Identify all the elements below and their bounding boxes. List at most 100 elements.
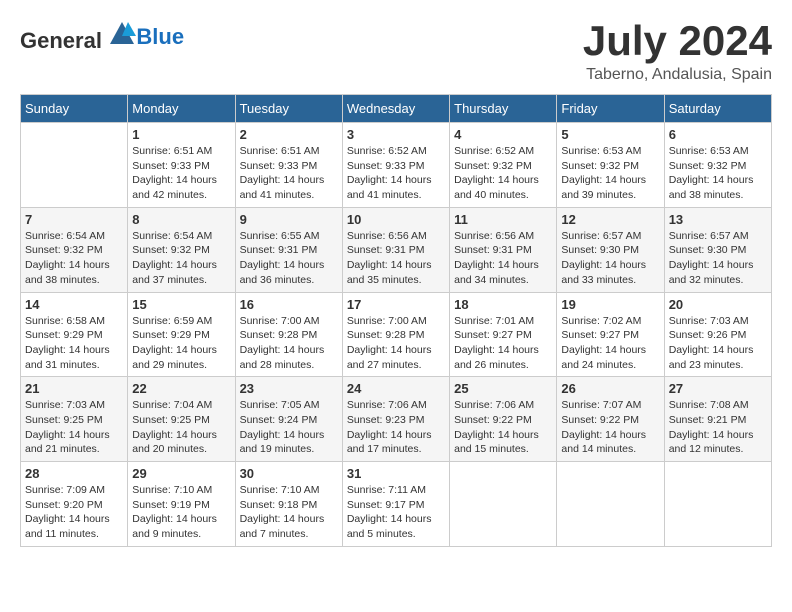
calendar-cell: 4 Sunrise: 6:52 AM Sunset: 9:32 PM Daylig… bbox=[450, 123, 557, 208]
calendar-cell: 26Sunrise: 7:07 AM Sunset: 9:22 PM Dayli… bbox=[557, 377, 664, 462]
day-number: 16 bbox=[240, 297, 338, 312]
day-number: 18 bbox=[454, 297, 552, 312]
day-info: Sunrise: 6:56 AM Sunset: 9:31 PM Dayligh… bbox=[347, 229, 445, 288]
day-number: 2 bbox=[240, 127, 338, 142]
day-number: 7 bbox=[25, 212, 123, 227]
calendar-header-tuesday: Tuesday bbox=[235, 95, 342, 123]
calendar-cell: 6 Sunrise: 6:53 AM Sunset: 9:32 PM Daylig… bbox=[664, 123, 771, 208]
day-info: Sunrise: 7:06 AM Sunset: 9:22 PM Dayligh… bbox=[454, 398, 552, 457]
calendar-cell: 17Sunrise: 7:00 AM Sunset: 9:28 PM Dayli… bbox=[342, 292, 449, 377]
day-number: 10 bbox=[347, 212, 445, 227]
calendar-week-row: 7 Sunrise: 6:54 AM Sunset: 9:32 PM Daylig… bbox=[21, 207, 772, 292]
month-title: July 2024 bbox=[583, 20, 772, 62]
day-info: Sunrise: 6:59 AM Sunset: 9:29 PM Dayligh… bbox=[132, 314, 230, 373]
calendar-cell: 15 Sunrise: 6:59 AM Sunset: 9:29 PM Dayli… bbox=[128, 292, 235, 377]
day-info: Sunrise: 7:09 AM Sunset: 9:20 PM Dayligh… bbox=[25, 483, 123, 542]
calendar-cell: 31Sunrise: 7:11 AM Sunset: 9:17 PM Dayli… bbox=[342, 462, 449, 547]
day-number: 8 bbox=[132, 212, 230, 227]
calendar-header-thursday: Thursday bbox=[450, 95, 557, 123]
day-number: 3 bbox=[347, 127, 445, 142]
day-info: Sunrise: 6:53 AM Sunset: 9:32 PM Dayligh… bbox=[561, 144, 659, 203]
calendar-header-row: SundayMondayTuesdayWednesdayThursdayFrid… bbox=[21, 95, 772, 123]
logo: General Blue bbox=[20, 20, 184, 54]
day-number: 5 bbox=[561, 127, 659, 142]
calendar-cell bbox=[450, 462, 557, 547]
day-number: 31 bbox=[347, 466, 445, 481]
day-number: 29 bbox=[132, 466, 230, 481]
calendar-cell: 8 Sunrise: 6:54 AM Sunset: 9:32 PM Daylig… bbox=[128, 207, 235, 292]
calendar-cell: 2 Sunrise: 6:51 AM Sunset: 9:33 PM Daylig… bbox=[235, 123, 342, 208]
day-info: Sunrise: 6:51 AM Sunset: 9:33 PM Dayligh… bbox=[132, 144, 230, 203]
day-number: 9 bbox=[240, 212, 338, 227]
calendar-week-row: 14Sunrise: 6:58 AM Sunset: 9:29 PM Dayli… bbox=[21, 292, 772, 377]
day-number: 20 bbox=[669, 297, 767, 312]
calendar-table: SundayMondayTuesdayWednesdayThursdayFrid… bbox=[20, 94, 772, 547]
day-number: 23 bbox=[240, 381, 338, 396]
day-number: 27 bbox=[669, 381, 767, 396]
calendar-header-monday: Monday bbox=[128, 95, 235, 123]
day-info: Sunrise: 7:02 AM Sunset: 9:27 PM Dayligh… bbox=[561, 314, 659, 373]
logo-general-text: General bbox=[20, 28, 102, 53]
calendar-cell: 22 Sunrise: 7:04 AM Sunset: 9:25 PM Dayli… bbox=[128, 377, 235, 462]
day-number: 28 bbox=[25, 466, 123, 481]
calendar-cell: 5 Sunrise: 6:53 AM Sunset: 9:32 PM Daylig… bbox=[557, 123, 664, 208]
calendar-cell: 19Sunrise: 7:02 AM Sunset: 9:27 PM Dayli… bbox=[557, 292, 664, 377]
day-info: Sunrise: 6:54 AM Sunset: 9:32 PM Dayligh… bbox=[132, 229, 230, 288]
day-number: 12 bbox=[561, 212, 659, 227]
calendar-cell: 30 Sunrise: 7:10 AM Sunset: 9:18 PM Dayli… bbox=[235, 462, 342, 547]
calendar-cell bbox=[21, 123, 128, 208]
calendar-cell: 13Sunrise: 6:57 AM Sunset: 9:30 PM Dayli… bbox=[664, 207, 771, 292]
calendar-cell: 7 Sunrise: 6:54 AM Sunset: 9:32 PM Daylig… bbox=[21, 207, 128, 292]
calendar-cell: 1 Sunrise: 6:51 AM Sunset: 9:33 PM Daylig… bbox=[128, 123, 235, 208]
calendar-cell: 24Sunrise: 7:06 AM Sunset: 9:23 PM Dayli… bbox=[342, 377, 449, 462]
day-number: 17 bbox=[347, 297, 445, 312]
calendar-cell: 18 Sunrise: 7:01 AM Sunset: 9:27 PM Dayli… bbox=[450, 292, 557, 377]
day-info: Sunrise: 7:06 AM Sunset: 9:23 PM Dayligh… bbox=[347, 398, 445, 457]
day-info: Sunrise: 6:53 AM Sunset: 9:32 PM Dayligh… bbox=[669, 144, 767, 203]
calendar-cell: 9 Sunrise: 6:55 AM Sunset: 9:31 PM Daylig… bbox=[235, 207, 342, 292]
title-area: July 2024 Taberno, Andalusia, Spain bbox=[583, 20, 772, 84]
calendar-cell: 3 Sunrise: 6:52 AM Sunset: 9:33 PM Daylig… bbox=[342, 123, 449, 208]
calendar-cell: 25 Sunrise: 7:06 AM Sunset: 9:22 PM Dayli… bbox=[450, 377, 557, 462]
day-info: Sunrise: 6:57 AM Sunset: 9:30 PM Dayligh… bbox=[561, 229, 659, 288]
day-info: Sunrise: 7:05 AM Sunset: 9:24 PM Dayligh… bbox=[240, 398, 338, 457]
day-number: 6 bbox=[669, 127, 767, 142]
day-number: 22 bbox=[132, 381, 230, 396]
header: General Blue July 2024 Taberno, Andalusi… bbox=[20, 20, 772, 84]
day-info: Sunrise: 7:07 AM Sunset: 9:22 PM Dayligh… bbox=[561, 398, 659, 457]
day-number: 30 bbox=[240, 466, 338, 481]
day-info: Sunrise: 7:01 AM Sunset: 9:27 PM Dayligh… bbox=[454, 314, 552, 373]
location-title: Taberno, Andalusia, Spain bbox=[583, 66, 772, 84]
calendar-cell: 11 Sunrise: 6:56 AM Sunset: 9:31 PM Dayli… bbox=[450, 207, 557, 292]
logo-blue-text: Blue bbox=[136, 24, 184, 49]
day-number: 21 bbox=[25, 381, 123, 396]
day-info: Sunrise: 6:58 AM Sunset: 9:29 PM Dayligh… bbox=[25, 314, 123, 373]
day-number: 13 bbox=[669, 212, 767, 227]
calendar-cell: 10 Sunrise: 6:56 AM Sunset: 9:31 PM Dayli… bbox=[342, 207, 449, 292]
day-info: Sunrise: 6:52 AM Sunset: 9:33 PM Dayligh… bbox=[347, 144, 445, 203]
day-info: Sunrise: 7:03 AM Sunset: 9:26 PM Dayligh… bbox=[669, 314, 767, 373]
day-info: Sunrise: 6:55 AM Sunset: 9:31 PM Dayligh… bbox=[240, 229, 338, 288]
day-info: Sunrise: 6:54 AM Sunset: 9:32 PM Dayligh… bbox=[25, 229, 123, 288]
day-info: Sunrise: 6:51 AM Sunset: 9:33 PM Dayligh… bbox=[240, 144, 338, 203]
calendar-cell bbox=[557, 462, 664, 547]
day-info: Sunrise: 7:04 AM Sunset: 9:25 PM Dayligh… bbox=[132, 398, 230, 457]
day-number: 4 bbox=[454, 127, 552, 142]
calendar-cell bbox=[664, 462, 771, 547]
day-number: 25 bbox=[454, 381, 552, 396]
day-info: Sunrise: 6:52 AM Sunset: 9:32 PM Dayligh… bbox=[454, 144, 552, 203]
day-number: 1 bbox=[132, 127, 230, 142]
calendar-cell: 28 Sunrise: 7:09 AM Sunset: 9:20 PM Dayli… bbox=[21, 462, 128, 547]
calendar-cell: 12 Sunrise: 6:57 AM Sunset: 9:30 PM Dayli… bbox=[557, 207, 664, 292]
day-number: 15 bbox=[132, 297, 230, 312]
day-info: Sunrise: 7:00 AM Sunset: 9:28 PM Dayligh… bbox=[240, 314, 338, 373]
calendar-cell: 27Sunrise: 7:08 AM Sunset: 9:21 PM Dayli… bbox=[664, 377, 771, 462]
calendar-cell: 23 Sunrise: 7:05 AM Sunset: 9:24 PM Dayli… bbox=[235, 377, 342, 462]
calendar-header-friday: Friday bbox=[557, 95, 664, 123]
calendar-cell: 16 Sunrise: 7:00 AM Sunset: 9:28 PM Dayli… bbox=[235, 292, 342, 377]
day-number: 11 bbox=[454, 212, 552, 227]
day-info: Sunrise: 7:10 AM Sunset: 9:18 PM Dayligh… bbox=[240, 483, 338, 542]
calendar-week-row: 21Sunrise: 7:03 AM Sunset: 9:25 PM Dayli… bbox=[21, 377, 772, 462]
day-info: Sunrise: 6:56 AM Sunset: 9:31 PM Dayligh… bbox=[454, 229, 552, 288]
calendar-cell: 21Sunrise: 7:03 AM Sunset: 9:25 PM Dayli… bbox=[21, 377, 128, 462]
